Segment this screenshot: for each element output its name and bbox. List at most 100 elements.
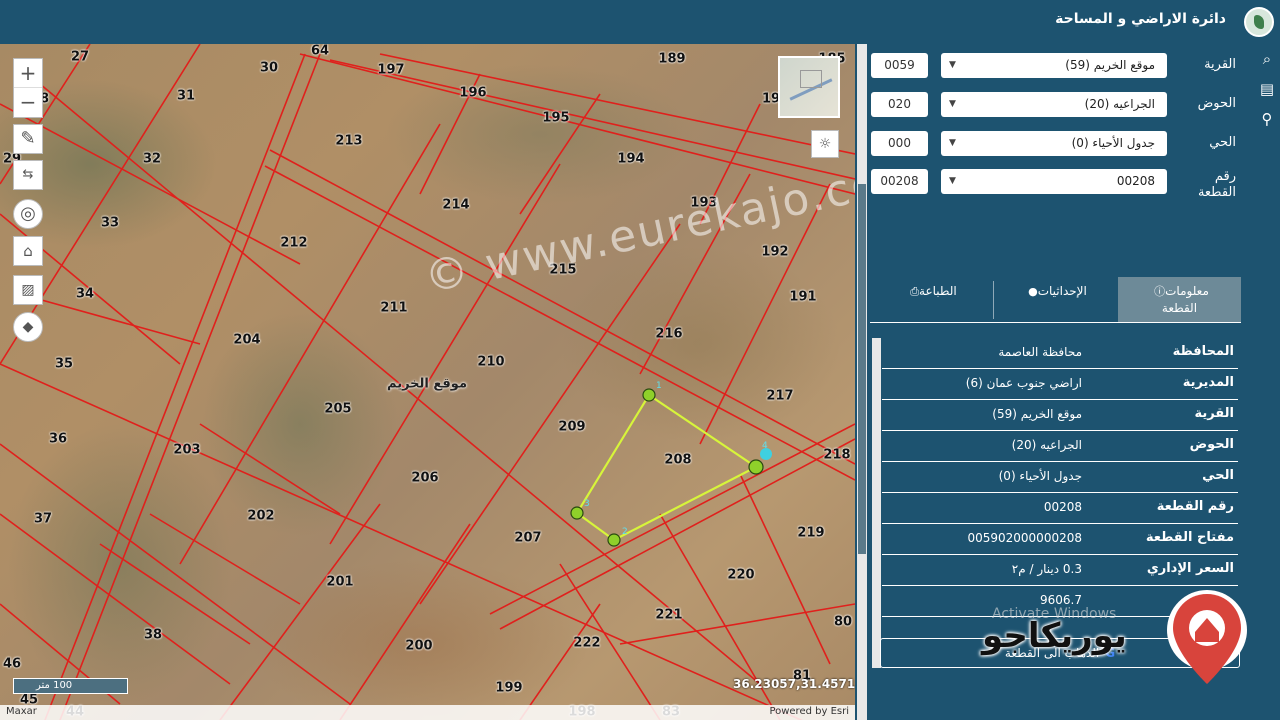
app-title: دائرة الاراضي و المساحة xyxy=(1055,11,1226,27)
zoom-in-icon[interactable]: + xyxy=(14,59,42,88)
chevron-down-icon: ▼ xyxy=(949,60,956,70)
plot-number: 219 xyxy=(797,525,825,541)
basin-select[interactable]: ▼ الجراعيه (20) xyxy=(941,92,1167,117)
parcel-code-input[interactable]: 00208 xyxy=(871,169,928,194)
village-select-value: موقع الخريم (59) xyxy=(1065,58,1155,72)
info-row-admin-price: السعر الإداري 0.3 دينار / م٢ xyxy=(882,555,1238,586)
info-row-parcel-number: رقم القطعة 00208 xyxy=(882,493,1238,524)
info-key: القرية xyxy=(1194,406,1234,421)
vertex-label-3: 3 xyxy=(584,499,590,509)
attribution-right: Powered by Esri xyxy=(769,706,849,717)
info-scrollbar[interactable] xyxy=(872,338,881,668)
parcel-select-value: 00208 xyxy=(1116,174,1155,188)
compass-icon[interactable]: ◆ xyxy=(13,312,43,342)
brand-pin-icon xyxy=(1167,590,1247,684)
info-value: 0.3 دينار / م٢ xyxy=(1011,562,1082,576)
district-row: 000 ▼ جدول الأحياء (0) الحي xyxy=(871,129,1246,159)
plot-number: 216 xyxy=(655,326,683,342)
district-code-input[interactable]: 000 xyxy=(871,131,928,156)
info-tabs: ⎙الطباعة ●الإحداثيات ⓘمعلومات القطعة xyxy=(870,277,1241,323)
plot-number: 197 xyxy=(377,62,405,78)
plot-number: 201 xyxy=(326,574,354,590)
plot-number: 80 xyxy=(833,614,853,630)
map-view[interactable]: 1 2 3 4 27 30 64 197 189 185 31 196 195 … xyxy=(0,44,855,720)
tab-coordinates-label: الإحداثيات xyxy=(1037,284,1087,298)
plot-number: 189 xyxy=(658,51,686,67)
tab-parcel-info-label: معلومات القطعة xyxy=(1161,284,1209,315)
print-map-icon[interactable]: ▨ xyxy=(13,275,43,305)
plot-number: 30 xyxy=(259,60,279,76)
plot-number: 35 xyxy=(54,356,74,372)
basin-code-input[interactable]: 020 xyxy=(871,92,928,117)
plot-number: 37 xyxy=(33,511,53,527)
plot-number: 32 xyxy=(142,151,162,167)
plot-number: 217 xyxy=(766,388,794,404)
measure-icon[interactable]: ⇆ xyxy=(13,160,43,190)
plot-number: 196 xyxy=(459,85,487,101)
plot-number: 204 xyxy=(233,332,261,348)
tab-print[interactable]: ⎙الطباعة xyxy=(870,277,993,323)
info-value: جدول الأحياء (0) xyxy=(998,469,1082,483)
plot-number: 205 xyxy=(324,401,352,417)
map-pin-icon[interactable]: ⚲ xyxy=(1254,104,1280,134)
plot-number: 206 xyxy=(411,470,439,486)
plot-number: 34 xyxy=(75,286,95,302)
basemap-toggle-icon[interactable]: ☼ xyxy=(811,130,839,158)
village-label: القرية xyxy=(1204,57,1236,72)
info-key: الحوض xyxy=(1189,437,1234,452)
info-value: اراضي جنوب عمان (6) xyxy=(965,376,1082,390)
home-icon[interactable]: ⌂ xyxy=(13,236,43,266)
info-row-district: الحي جدول الأحياء (0) xyxy=(882,462,1238,493)
parcel-label: رقم القطعة xyxy=(1197,169,1236,200)
info-value: موقع الخريم (59) xyxy=(992,407,1082,421)
plot-number: 214 xyxy=(442,197,470,213)
side-toolbar: ⌕ ▤ ⚲ xyxy=(1254,44,1280,720)
plot-number: 203 xyxy=(173,442,201,458)
plot-number: 31 xyxy=(176,88,196,104)
info-row-village: القرية موقع الخريم (59) xyxy=(882,400,1238,431)
layers-icon[interactable]: ▤ xyxy=(1254,74,1280,104)
plot-number: 212 xyxy=(280,235,308,251)
district-select[interactable]: ▼ جدول الأحياء (0) xyxy=(941,131,1167,156)
tab-parcel-info[interactable]: ⓘمعلومات القطعة xyxy=(1118,277,1241,323)
dls-logo-icon xyxy=(1244,7,1274,37)
overview-map[interactable] xyxy=(778,56,840,118)
search-icon[interactable]: ⌕ xyxy=(1254,44,1280,74)
plot-number: 218 xyxy=(823,447,851,463)
selected-parcel-outline[interactable] xyxy=(575,393,759,542)
person-pin-icon: ● xyxy=(1028,285,1038,298)
info-key: المحافظة xyxy=(1172,344,1234,359)
tab-coordinates[interactable]: ●الإحداثيات xyxy=(994,277,1117,323)
printer-icon: ⎙ xyxy=(910,285,920,298)
zoom-out-icon[interactable]: − xyxy=(14,88,42,117)
info-value: محافظة العاصمة xyxy=(998,345,1082,359)
locate-icon[interactable]: ◎ xyxy=(13,199,43,229)
plot-number: 222 xyxy=(573,635,601,651)
info-key: السعر الإداري xyxy=(1146,561,1234,576)
info-row-parcel-key: مفتاح القطعة 005902000000208 xyxy=(882,524,1238,555)
plot-number: 194 xyxy=(617,151,645,167)
parcel-select[interactable]: ▼ 00208 xyxy=(941,169,1167,194)
plot-number: 209 xyxy=(558,419,586,435)
attribution-left: Maxar xyxy=(6,706,37,717)
village-select[interactable]: ▼ موقع الخريم (59) xyxy=(941,53,1167,78)
plot-number: 192 xyxy=(761,244,789,260)
village-code-input[interactable]: 0059 xyxy=(871,53,928,78)
plot-number: 191 xyxy=(789,289,817,305)
app-header: دائرة الاراضي و المساحة xyxy=(0,0,1280,44)
info-key: الحي xyxy=(1202,468,1234,483)
plot-number: 195 xyxy=(542,110,570,126)
chevron-down-icon: ▼ xyxy=(949,176,956,186)
vertex-label-4: 4 xyxy=(762,441,768,451)
pencil-icon[interactable]: ✎ xyxy=(13,124,43,154)
plot-number: 33 xyxy=(100,215,120,231)
district-label: الحي xyxy=(1209,135,1236,150)
panel-scrollbar-thumb[interactable] xyxy=(858,184,866,554)
plot-number: 38 xyxy=(143,627,163,643)
plot-number: 46 xyxy=(2,656,22,672)
tab-print-label: الطباعة xyxy=(919,284,957,298)
attribution-bar: Maxar Powered by Esri xyxy=(0,705,855,720)
panel-scrollbar[interactable] xyxy=(857,44,867,720)
info-icon: ⓘ xyxy=(1154,285,1166,298)
plot-number: 221 xyxy=(655,607,683,623)
